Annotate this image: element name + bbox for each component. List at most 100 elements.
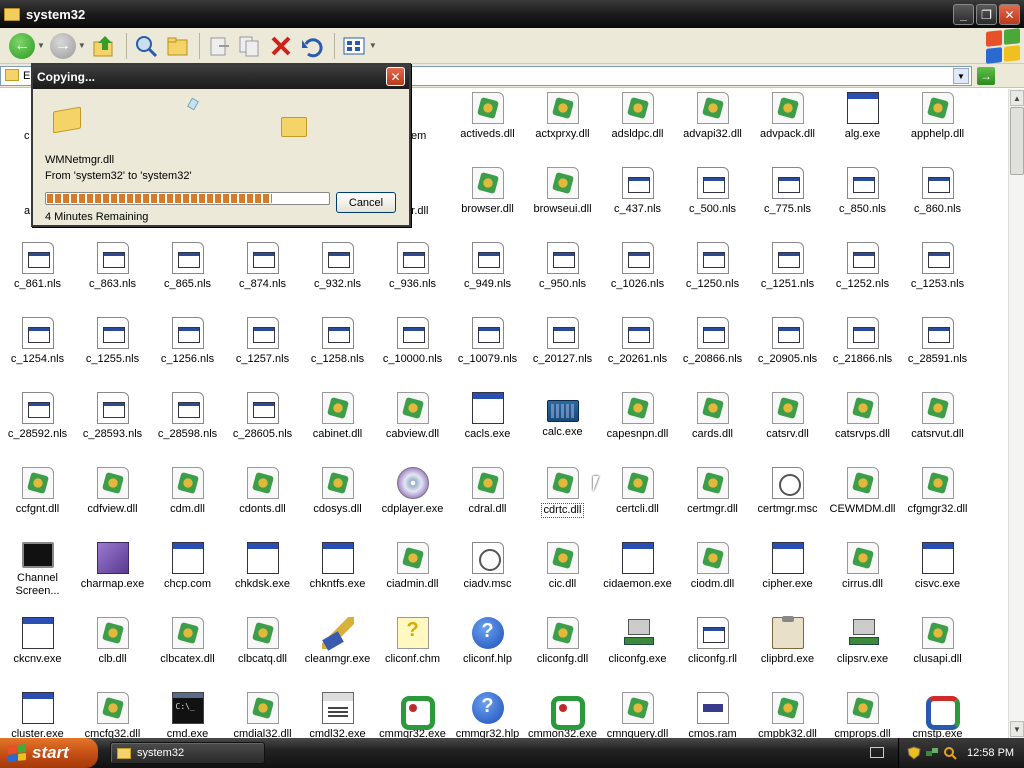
file-item[interactable]: c_437.nls	[600, 164, 675, 239]
file-item[interactable]: cmstp.exe	[900, 689, 975, 738]
file-item[interactable]: c_28605.nls	[225, 389, 300, 464]
file-item[interactable]: catsrvut.dll	[900, 389, 975, 464]
file-item[interactable]: alg.exe	[825, 89, 900, 164]
file-item[interactable]: ciadv.msc	[450, 539, 525, 614]
window-titlebar[interactable]: system32 _ ❐ ✕	[0, 0, 1024, 28]
file-item[interactable]: c_28598.nls	[150, 389, 225, 464]
file-item[interactable]: cluster.exe	[0, 689, 75, 738]
file-item[interactable]: adsldpc.dll	[600, 89, 675, 164]
file-item[interactable]: charmap.exe	[75, 539, 150, 614]
file-item[interactable]: advapi32.dll	[675, 89, 750, 164]
file-item[interactable]: browser.dll	[450, 164, 525, 239]
file-item[interactable]: c_500.nls	[675, 164, 750, 239]
file-item[interactable]: clbcatq.dll	[225, 614, 300, 689]
file-item[interactable]: browseui.dll	[525, 164, 600, 239]
file-item[interactable]: c_932.nls	[300, 239, 375, 314]
file-item[interactable]: cabinet.dll	[300, 389, 375, 464]
cancel-button[interactable]: Cancel	[336, 192, 396, 213]
forward-dropdown-icon[interactable]: ▼	[78, 41, 86, 50]
file-item[interactable]: cmos.ram	[675, 689, 750, 738]
views-button[interactable]	[340, 32, 368, 60]
dialog-titlebar[interactable]: Copying...	[33, 65, 409, 89]
file-item[interactable]: certcli.dll	[600, 464, 675, 539]
file-item[interactable]: c_1258.nls	[300, 314, 375, 389]
back-button[interactable]: ←	[8, 32, 36, 60]
file-item[interactable]: c_860.nls	[900, 164, 975, 239]
move-to-button[interactable]	[205, 32, 233, 60]
file-item[interactable]: cliconfg.exe	[600, 614, 675, 689]
file-item[interactable]: cmnquery.dll	[600, 689, 675, 738]
file-item[interactable]: clbcatex.dll	[150, 614, 225, 689]
file-item[interactable]: c_874.nls	[225, 239, 300, 314]
forward-button[interactable]: →	[49, 32, 77, 60]
file-item[interactable]: cabview.dll	[375, 389, 450, 464]
go-button[interactable]: →	[977, 67, 995, 85]
close-button[interactable]: ✕	[999, 4, 1020, 25]
folders-button[interactable]	[163, 32, 191, 60]
file-item[interactable]: c_1256.nls	[150, 314, 225, 389]
file-item[interactable]: c_861.nls	[0, 239, 75, 314]
file-item[interactable]: c_863.nls	[75, 239, 150, 314]
file-item[interactable]: chkdsk.exe	[225, 539, 300, 614]
up-folder-button[interactable]	[90, 32, 118, 60]
system-clock[interactable]: 12:58 PM	[967, 747, 1014, 759]
file-item[interactable]: c_20866.nls	[675, 314, 750, 389]
file-item[interactable]: cdonts.dll	[225, 464, 300, 539]
file-item[interactable]: cdrtc.dll	[525, 464, 600, 539]
views-dropdown-icon[interactable]: ▼	[369, 41, 377, 50]
back-dropdown-icon[interactable]: ▼	[37, 41, 45, 50]
keyboard-icon[interactable]	[870, 747, 884, 758]
file-item[interactable]: cdplayer.exe	[375, 464, 450, 539]
file-item[interactable]: ciadmin.dll	[375, 539, 450, 614]
file-item[interactable]: ckcnv.exe	[0, 614, 75, 689]
file-item[interactable]: cmmgr32.exe	[375, 689, 450, 738]
file-item[interactable]: c_1251.nls	[750, 239, 825, 314]
file-item[interactable]: cmdial32.dll	[225, 689, 300, 738]
undo-button[interactable]	[298, 32, 326, 60]
file-item[interactable]: calc.exe	[525, 389, 600, 464]
file-item[interactable]: chkntfs.exe	[300, 539, 375, 614]
search-button[interactable]	[132, 32, 160, 60]
file-item[interactable]: advpack.dll	[750, 89, 825, 164]
file-item[interactable]: clipbrd.exe	[750, 614, 825, 689]
file-item[interactable]: clipsrv.exe	[825, 614, 900, 689]
network-icon[interactable]	[925, 746, 939, 760]
file-item[interactable]: c_775.nls	[750, 164, 825, 239]
file-item[interactable]: c_28592.nls	[0, 389, 75, 464]
file-item[interactable]: cdosys.dll	[300, 464, 375, 539]
file-item[interactable]: c_20905.nls	[750, 314, 825, 389]
file-item[interactable]: cic.dll	[525, 539, 600, 614]
file-item[interactable]: c_949.nls	[450, 239, 525, 314]
file-item[interactable]: c_28591.nls	[900, 314, 975, 389]
file-item[interactable]: cliconf.chm	[375, 614, 450, 689]
file-item[interactable]: c_865.nls	[150, 239, 225, 314]
minimize-button[interactable]: _	[953, 4, 974, 25]
file-item[interactable]: chcp.com	[150, 539, 225, 614]
vertical-scrollbar[interactable]: ▲ ▼	[1008, 89, 1024, 738]
file-item[interactable]: Channel Screen...	[0, 539, 75, 614]
file-item[interactable]: cmd.exe	[150, 689, 225, 738]
file-item[interactable]: cmdl32.exe	[300, 689, 375, 738]
file-item[interactable]: cliconf.hlp	[450, 614, 525, 689]
file-item[interactable]: c_20261.nls	[600, 314, 675, 389]
file-item[interactable]: c_950.nls	[525, 239, 600, 314]
file-item[interactable]: c_936.nls	[375, 239, 450, 314]
copy-to-button[interactable]	[236, 32, 264, 60]
file-item[interactable]: capesnpn.dll	[600, 389, 675, 464]
maximize-button[interactable]: ❐	[976, 4, 997, 25]
file-item[interactable]: c_28593.nls	[75, 389, 150, 464]
file-item[interactable]: actxprxy.dll	[525, 89, 600, 164]
scroll-down-button[interactable]: ▼	[1010, 721, 1024, 737]
taskbar-item-system32[interactable]: system32	[110, 742, 265, 764]
file-item[interactable]: clb.dll	[75, 614, 150, 689]
file-item[interactable]: cmprops.dll	[825, 689, 900, 738]
file-item[interactable]: cfgmgr32.dll	[900, 464, 975, 539]
file-item[interactable]: cards.dll	[675, 389, 750, 464]
file-item[interactable]: c_1254.nls	[0, 314, 75, 389]
file-item[interactable]: cacls.exe	[450, 389, 525, 464]
file-item[interactable]: cidaemon.exe	[600, 539, 675, 614]
file-item[interactable]: cdral.dll	[450, 464, 525, 539]
file-item[interactable]: activeds.dll	[450, 89, 525, 164]
file-item[interactable]: cdfview.dll	[75, 464, 150, 539]
search-icon[interactable]	[943, 746, 957, 760]
